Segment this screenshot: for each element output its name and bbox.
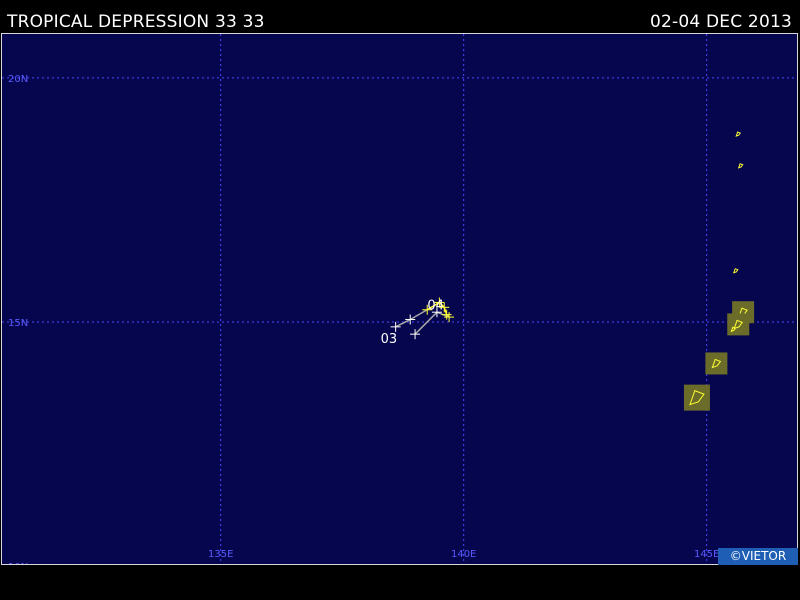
day-label-04: 04 xyxy=(427,298,444,313)
lat-label: 20N xyxy=(8,74,28,85)
ocean-background xyxy=(2,34,797,564)
map-frame[interactable]: 20N 15N 10N 135E 140E 145E 03 04 xyxy=(1,33,798,565)
storm-track-map[interactable]: 20N 15N 10N 135E 140E 145E 03 04 xyxy=(2,34,798,565)
credit-badge: ©VIETOR xyxy=(718,548,798,565)
storm-title: TROPICAL DEPRESSION 33 33 xyxy=(7,12,265,32)
lon-label: 140E xyxy=(451,549,476,560)
title-bar: TROPICAL DEPRESSION 33 33 02-04 DEC 2013 xyxy=(0,0,800,33)
bottom-bar xyxy=(0,566,800,600)
lon-label: 145E xyxy=(694,549,719,560)
lat-label: 10N xyxy=(8,562,28,565)
lon-label: 135E xyxy=(208,549,233,560)
island-guam xyxy=(683,384,710,411)
lat-label: 15N xyxy=(8,318,28,329)
island-tinian xyxy=(727,313,750,336)
date-range: 02-04 DEC 2013 xyxy=(650,12,792,32)
island-rota xyxy=(705,352,728,375)
day-label-03: 03 xyxy=(381,332,398,347)
